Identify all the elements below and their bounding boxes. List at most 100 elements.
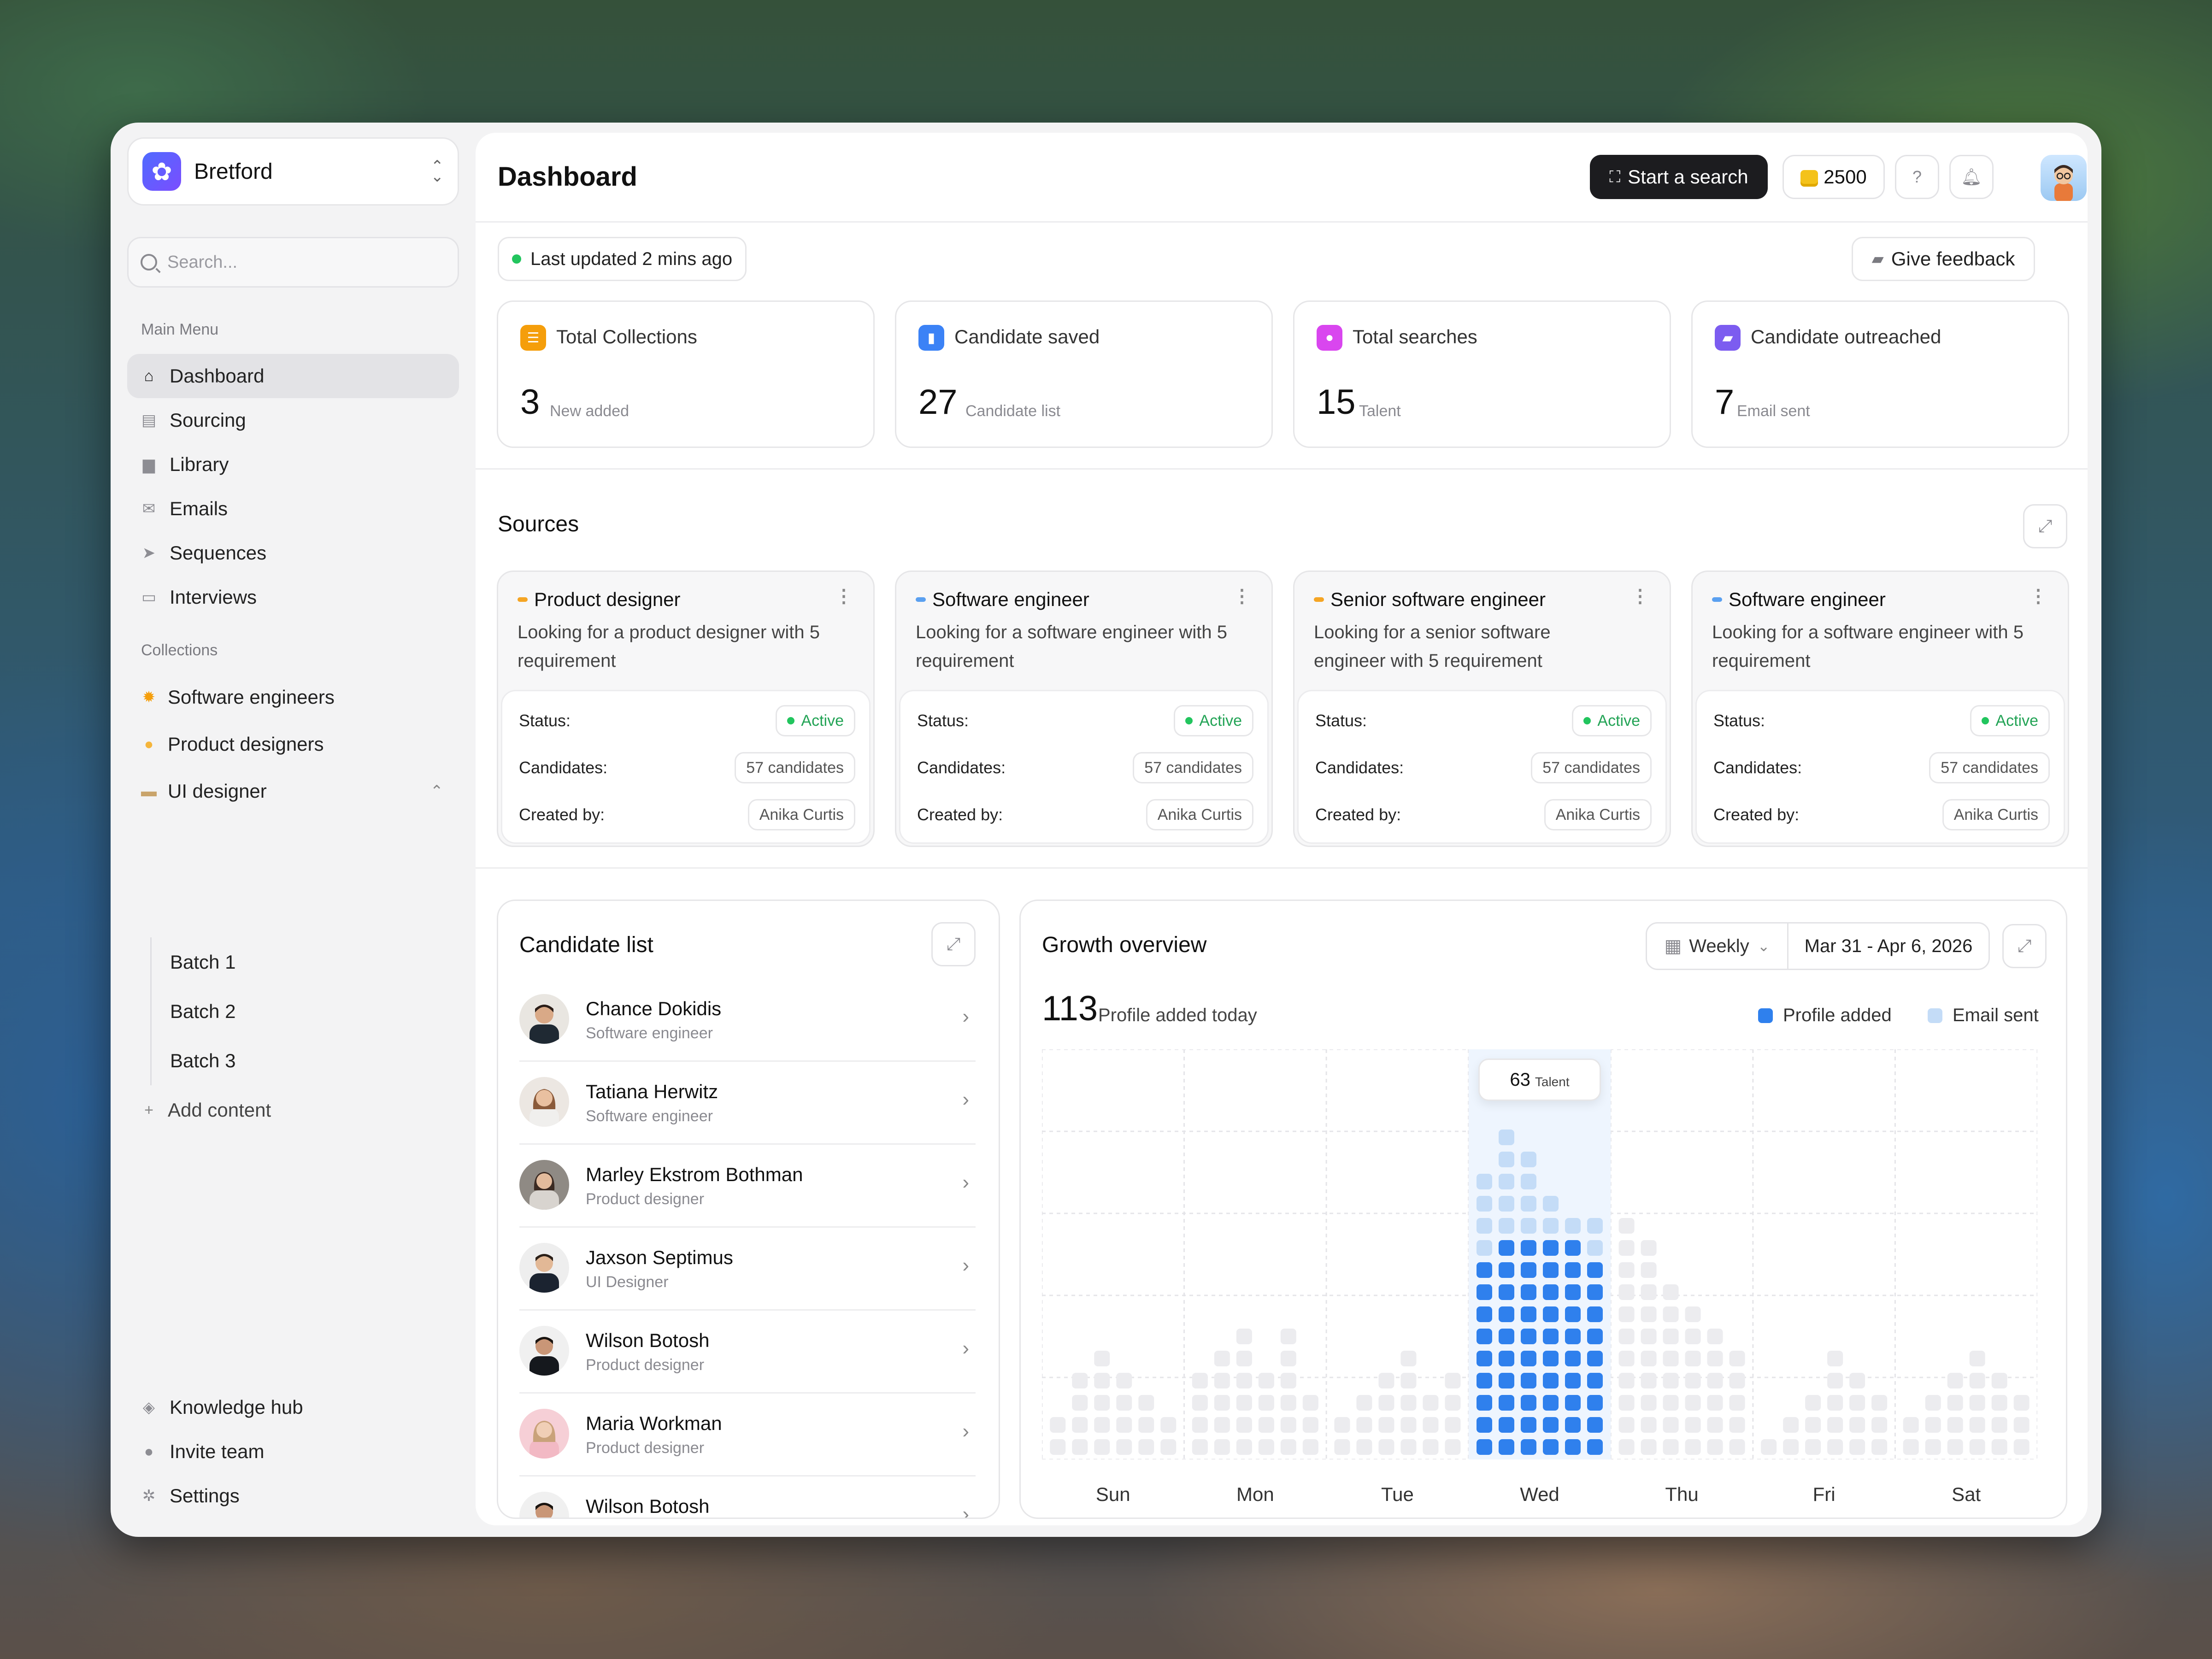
start-search-button[interactable]: ⛶ Start a search [1590,155,1768,199]
x-tick-label: Mon [1236,1483,1274,1505]
email-sent-cell [1827,1439,1843,1455]
email-sent-cell [1116,1395,1132,1411]
stat-subtitle: Candidate list [965,402,1061,420]
more-vertical-icon[interactable]: ⋮ [835,586,853,607]
email-sent-cell [1423,1395,1439,1411]
stat-card-total-collections[interactable]: ☰ Total Collections 3 New added [497,300,875,448]
start-search-label: Start a search [1628,166,1748,188]
bookmark-icon: ▮ [918,325,944,351]
growth-expand-button[interactable]: ⤢ [2002,924,2047,968]
email-sent-cell [1477,1218,1492,1234]
sidebar-item-emails[interactable]: ✉ Emails [127,487,459,531]
source-card[interactable]: Software engineer ⋮ Looking for a softwa… [895,571,1273,847]
help-button[interactable]: ? [1895,155,1939,199]
more-vertical-icon[interactable]: ⋮ [1631,586,1649,607]
sidebar-item-sequences[interactable]: ➤ Sequences [127,531,459,575]
date-range-picker[interactable]: Mar 31 - Apr 6, 2026 [1787,922,1990,970]
stat-card-candidate-saved[interactable]: ▮ Candidate saved 27 Candidate list [895,300,1273,448]
collection-ui-designer[interactable]: ▬ UI designer ⌃ [127,768,459,815]
credits-badge[interactable]: 2500 [1783,155,1885,199]
active-dot [1583,717,1591,724]
email-sent-cell [1663,1439,1679,1455]
stat-card-candidate-outreached[interactable]: ▰ Candidate outreached 7 Email sent [1691,300,2069,448]
profile-added-cell [1565,1351,1581,1366]
batch-item[interactable]: Batch 1 [152,937,456,987]
candidates-badge: 57 candidates [1133,752,1253,783]
email-sent-cell [1707,1351,1723,1366]
status-badge: Active [1970,705,2050,736]
user-avatar[interactable] [2041,155,2087,201]
email-sent-cell [1947,1417,1963,1433]
sidebar-item-sourcing[interactable]: ▤ Sourcing [127,398,459,442]
candidate-name: Maria Workman [586,1412,722,1434]
workspace-name: Bretford [194,159,273,184]
email-sent-cell [1543,1218,1559,1234]
candidate-avatar [519,1326,569,1376]
profile-added-cell [1521,1284,1536,1300]
more-vertical-icon[interactable]: ⋮ [1233,586,1251,607]
profile-added-cell [1521,1373,1536,1388]
source-card[interactable]: Senior software engineer ⋮ Looking for a… [1293,571,1671,847]
workspace-switcher[interactable]: ✿ Bretford ⌃ ⌄ [127,137,459,206]
source-card[interactable]: Product designer ⋮ Looking for a product… [497,571,875,847]
expand-icon: ⤢ [2017,936,2032,956]
profile-added-cell [1543,1417,1559,1433]
candidate-row[interactable]: Wilson Botosh › [519,1475,976,1518]
sidebar-item-settings[interactable]: ✲ Settings [127,1474,459,1518]
email-sent-cell [1445,1395,1461,1411]
batch-item[interactable]: Batch 3 [152,1036,456,1085]
collection-product-designers[interactable]: ● Product designers [127,721,459,768]
status-label: Status: [519,711,571,730]
email-sent-cell [1236,1417,1252,1433]
email-sent-cell [1280,1439,1296,1455]
email-sent-cell [1903,1439,1919,1455]
candidate-row[interactable]: Maria Workman Product designer › [519,1392,976,1477]
stat-card-total-searches[interactable]: ● Total searches 15 Talent [1293,300,1671,448]
period-select[interactable]: ▦ Weekly ⌄ [1646,922,1788,970]
candidate-name: Wilson Botosh [586,1495,710,1517]
sidebar-item-dashboard[interactable]: ⌂ Dashboard [127,354,459,398]
batch-item[interactable]: Batch 2 [152,987,456,1036]
candidates-label: Candidates: [519,758,608,777]
give-feedback-label: Give feedback [1891,248,2015,270]
add-content-button[interactable]: + Add content [127,1087,459,1134]
tooltip-label: Talent [1535,1075,1570,1089]
creator-badge: Anika Curtis [1942,799,2050,830]
give-feedback-button[interactable]: ▰ Give feedback [1852,237,2035,281]
candidate-row[interactable]: Tatiana Herwitz Software engineer › [519,1060,976,1145]
collection-software-engineers[interactable]: ✹ Software engineers [127,674,459,721]
candidate-row[interactable]: Wilson Botosh Product designer › [519,1309,976,1394]
email-sent-cell [1707,1395,1723,1411]
sidebar-item-library[interactable]: ▆ Library [127,442,459,487]
chevron-up-icon[interactable]: ⌃ [430,782,444,800]
search-input[interactable]: Search... [127,237,459,288]
candidate-role: Product designer [586,1439,705,1457]
candidate-row[interactable]: Marley Ekstrom Bothman Product designer … [519,1143,976,1228]
sources-expand-button[interactable]: ⤢ [2023,504,2067,548]
email-sent-cell [1192,1439,1208,1455]
gear-icon: ✹ [142,688,156,706]
candidate-row[interactable]: Chance Dokidis Software engineer › [519,977,976,1062]
archive-icon: ▆ [142,456,155,473]
chevron-right-icon: › [962,1420,969,1442]
candidate-list-expand-button[interactable]: ⤢ [931,922,976,966]
notifications-button[interactable]: 🔔︎ [1949,155,1994,199]
more-vertical-icon[interactable]: ⋮ [2029,586,2047,607]
stat-title: Total Collections [556,326,697,347]
profile-added-cell [1499,1306,1514,1322]
source-description: Looking for a software engineer with 5 r… [916,622,1227,671]
sidebar-item-invite-team[interactable]: ● Invite team [127,1430,459,1474]
status-value: Active [1995,712,2038,729]
sidebar-item-knowledge-hub[interactable]: ◈ Knowledge hub [127,1385,459,1430]
candidates-label: Candidates: [917,758,1006,777]
created-by-label: Created by: [519,805,605,824]
avatar-illustration [2054,165,2073,201]
candidate-list-panel: Candidate list ⤢ Chance Dokidis Software… [497,900,1000,1519]
send-icon: ➤ [142,544,156,562]
email-sent-cell [1521,1174,1536,1189]
email-sent-cell [1925,1439,1941,1455]
candidate-row[interactable]: Jaxson Septimus UI Designer › [519,1226,976,1311]
source-card[interactable]: Software engineer ⋮ Looking for a softwa… [1691,571,2069,847]
profile-added-cell [1565,1417,1581,1433]
sidebar-item-interviews[interactable]: ▭ Interviews [127,575,459,619]
